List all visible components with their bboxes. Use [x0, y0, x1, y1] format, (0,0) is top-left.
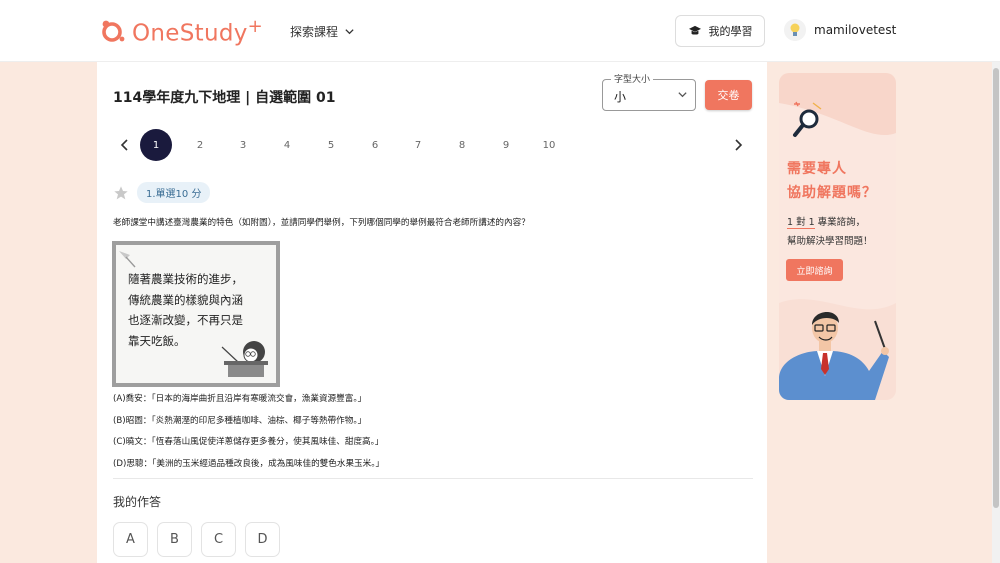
- option-text: (C)曉文：「恆春落山風促使洋蔥儲存更多養分，使其風味佳、甜度高。」: [113, 437, 384, 447]
- chevron-down-icon: [678, 92, 687, 98]
- explore-courses-label: 探索課程: [290, 25, 339, 39]
- question-options: (A)喬安：「日本的海岸曲折且沿岸有寒暖流交會，漁業資源豐富。」 (B)昭圖：「…: [113, 392, 384, 478]
- question-type-badge: 1.單選10 分: [137, 182, 211, 203]
- username: mamilovetest: [814, 23, 897, 37]
- ad-body: 1 對 1 專業諮詢， 幫助解決學習問題！: [787, 217, 873, 247]
- consult-now-button[interactable]: 立即諮詢: [786, 259, 843, 281]
- star-icon[interactable]: [113, 185, 129, 201]
- option-text: (B)昭圖：「炎熱潮溼的印尼多種植咖啡、油棕、椰子等熱帶作物。」: [113, 415, 367, 426]
- page-button[interactable]: 6: [359, 129, 391, 161]
- answer-option-c[interactable]: C: [201, 522, 236, 557]
- consultant-illustration-icon: [779, 311, 889, 400]
- submit-exam-button[interactable]: 交卷: [705, 80, 752, 110]
- user-menu[interactable]: mamilovetest: [784, 19, 896, 41]
- chevron-left-icon[interactable]: [117, 137, 133, 153]
- my-learning-button[interactable]: 我的學習: [675, 15, 765, 47]
- divider: [113, 478, 753, 479]
- page-button[interactable]: 10: [533, 129, 565, 161]
- chevron-right-icon[interactable]: [730, 137, 746, 153]
- avatar: [784, 19, 806, 41]
- figure-board: 隨著農業技術的進步， 傳統農業的樣貌與內涵 也逐漸改變，不再只是 靠天吃飯。: [116, 245, 276, 383]
- page-button[interactable]: 7: [402, 129, 434, 161]
- consultation-ad-banner[interactable]: 需要專人 協助解題嗎？ 1 對 1 專業諮詢， 幫助解決學習問題！ 立即諮詢: [779, 73, 896, 400]
- top-navbar: OneStudy+ 探索課程 我的學習 mamilovetest: [0, 0, 1000, 62]
- exam-card: 114學年度九下地理 | 自選範圍 01 字型大小 小 交卷 1 2 3 4 5…: [97, 62, 767, 563]
- page-button[interactable]: 3: [227, 129, 259, 161]
- magnifier-icon: [793, 101, 822, 137]
- teacher-illustration-icon: [221, 341, 268, 377]
- answer-choices: A B C D: [113, 522, 280, 557]
- font-size-legend: 字型大小: [611, 72, 654, 85]
- scrollbar[interactable]: [992, 62, 1000, 563]
- question-stem: 老師課堂中講述臺灣農業的特色（如附圖），並請同學們舉例，下列哪個同學的舉例最符合…: [113, 218, 530, 228]
- exam-title: 114學年度九下地理 | 自選範圍 01: [113, 90, 336, 106]
- font-size-value: 小: [614, 90, 627, 104]
- my-learning-label: 我的學習: [708, 25, 753, 38]
- question-figure: 隨著農業技術的進步， 傳統農業的樣貌與內涵 也逐漸改變，不再只是 靠天吃飯。: [112, 241, 280, 387]
- question-meta: 1.單選10 分: [113, 182, 211, 203]
- onestudy-logo-icon: [102, 20, 125, 43]
- answer-option-a[interactable]: A: [113, 522, 148, 557]
- page-button[interactable]: 9: [490, 129, 522, 161]
- chevron-down-icon: [345, 29, 354, 35]
- onestudy-logo[interactable]: OneStudy+: [100, 16, 263, 47]
- page-button[interactable]: 5: [315, 129, 347, 161]
- my-answer-label: 我的作答: [113, 495, 162, 509]
- scrollbar-thumb[interactable]: [993, 68, 999, 508]
- explore-courses-menu[interactable]: 探索課程: [290, 23, 355, 40]
- page-button[interactable]: 2: [184, 129, 216, 161]
- answer-option-b[interactable]: B: [157, 522, 192, 557]
- graduation-cap-icon: [688, 25, 701, 35]
- answer-option-d[interactable]: D: [245, 522, 280, 557]
- page-button[interactable]: 8: [446, 129, 478, 161]
- pushpin-icon: [119, 251, 136, 268]
- ad-title: 需要專人 協助解題嗎？: [787, 161, 877, 201]
- question-pager: 1 2 3 4 5 6 7 8 9 10: [113, 129, 753, 161]
- font-size-select[interactable]: 字型大小 小: [602, 72, 696, 111]
- page-button[interactable]: 1: [140, 129, 172, 161]
- option-text: (D)思聰：「美洲的玉米經過品種改良後，成為風味佳的雙色水果玉米。」: [113, 458, 385, 469]
- lightbulb-icon: [784, 19, 806, 41]
- page-button[interactable]: 4: [271, 129, 303, 161]
- logo-text: OneStudy+: [132, 16, 264, 47]
- option-text: (A)喬安：「日本的海岸曲折且沿岸有寒暖流交會，漁業資源豐富。」: [113, 394, 367, 404]
